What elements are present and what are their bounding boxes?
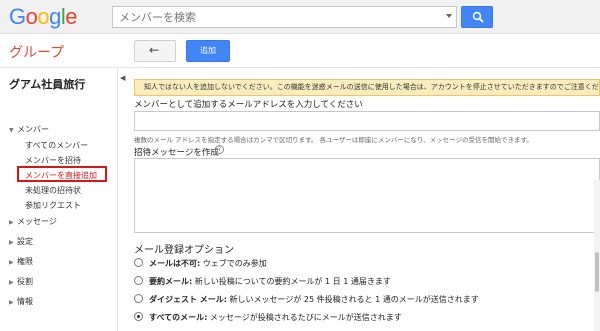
option-title: ダイジェスト メール: xyxy=(149,295,227,304)
logo-letter: o xyxy=(25,4,38,29)
sidebar-section-roles[interactable]: ▶ 役割 xyxy=(9,276,33,287)
logo-letter: g xyxy=(49,4,61,29)
sidebar-item-pending-invites[interactable]: 未処理の招待状 xyxy=(25,185,81,196)
search-icon xyxy=(472,11,484,23)
sidebar-section-permissions[interactable]: ▶ 権限 xyxy=(9,256,33,267)
invite-message-textarea[interactable] xyxy=(134,158,600,233)
option-all-email[interactable]: すべてのメール: メッセージが投稿されるたびにメールが送信されます xyxy=(134,312,402,323)
sidebar-section-label: 役割 xyxy=(17,277,33,286)
help-icon[interactable]: ? xyxy=(215,145,224,154)
logo-letter: e xyxy=(65,4,78,29)
invite-message-label: 招待メッセージを作成 xyxy=(134,148,219,158)
sidebar-section-messages[interactable]: ▶ メッセージ xyxy=(9,216,57,227)
chevron-down-icon: ▼ xyxy=(9,127,14,134)
sidebar-section-members[interactable]: ▼ メンバー xyxy=(9,124,49,135)
header-divider xyxy=(0,67,600,68)
chevron-down-icon[interactable] xyxy=(446,14,452,18)
option-title: 要約メール: xyxy=(149,277,193,286)
sidebar-section-settings[interactable]: ▶ 設定 xyxy=(9,236,33,247)
option-description: ウェブでのみ参加 xyxy=(200,259,267,268)
sidebar-section-label: メンバー xyxy=(17,125,49,134)
logo-letter: o xyxy=(37,4,50,29)
option-abridged-email[interactable]: 要約メール: 新しい投稿についての要約メールが 1 日 1 通届きます xyxy=(134,276,391,287)
collapse-sidebar-icon[interactable]: ◀ xyxy=(120,74,125,82)
chevron-right-icon: ▶ xyxy=(9,219,14,226)
option-title: すべてのメール: xyxy=(149,313,208,322)
search-button[interactable] xyxy=(461,6,493,28)
sidebar-section-label: メッセージ xyxy=(17,217,57,226)
sidebar-item-all-members[interactable]: すべてのメンバー xyxy=(25,140,88,151)
sidebar-section-label: 設定 xyxy=(17,237,33,246)
google-logo[interactable]: Google xyxy=(9,4,78,30)
email-field[interactable] xyxy=(134,111,600,131)
chevron-right-icon: ▶ xyxy=(9,239,14,246)
radio-button[interactable] xyxy=(134,258,143,267)
sidebar-section-info[interactable]: ▶ 情報 xyxy=(9,296,33,307)
scrollbar-thumb[interactable] xyxy=(595,252,599,292)
chevron-right-icon: ▶ xyxy=(9,259,14,266)
search-box[interactable] xyxy=(112,6,457,28)
sidebar-section-label: 権限 xyxy=(17,257,33,266)
radio-button[interactable] xyxy=(134,294,143,303)
groups-title[interactable]: グループ xyxy=(9,42,64,62)
option-no-email[interactable]: メールは不可: ウェブでのみ参加 xyxy=(134,258,267,269)
sidebar-divider xyxy=(117,68,118,331)
option-description: メッセージが投稿されるたびにメールが送信されます xyxy=(207,313,402,322)
email-label: メンバーとして追加するメールアドレスを入力してください xyxy=(134,100,363,110)
radio-button[interactable] xyxy=(134,276,143,285)
search-input[interactable] xyxy=(113,7,433,27)
sidebar-item-direct-add[interactable]: メンバーを直接追加 xyxy=(25,170,97,181)
chevron-right-icon: ▶ xyxy=(9,299,14,306)
radio-button-selected[interactable] xyxy=(134,312,143,321)
email-helper-text: 複数のメール アドレスを指定する場合はカンマで区切ります。 各ユーザーは即座にメ… xyxy=(134,136,533,144)
option-title: メールは不可: xyxy=(149,259,201,268)
top-bar: Google xyxy=(0,0,600,34)
subscription-options-title: メール登録オプション xyxy=(134,245,234,256)
arrow-left-icon: ← xyxy=(149,43,160,57)
sidebar-item-invite-members[interactable]: メンバーを招待 xyxy=(25,155,81,166)
warning-notice: 知人ではない人を追加しないでください。この機能を迷惑メールの送信に使用した場合は… xyxy=(134,79,600,96)
logo-letter: G xyxy=(9,4,26,29)
add-button[interactable]: 追加 xyxy=(186,40,230,62)
back-button[interactable]: ← xyxy=(134,40,176,62)
sidebar-section-label: 情報 xyxy=(17,297,33,306)
option-digest-email[interactable]: ダイジェスト メール: 新しいメッセージが 25 件投稿されると 1 通のメール… xyxy=(134,294,479,305)
group-name[interactable]: グアム社員旅行 xyxy=(9,76,85,92)
chevron-right-icon: ▶ xyxy=(9,279,14,286)
option-description: 新しいメッセージが 25 件投稿されると 1 通のメールが送信されます xyxy=(226,295,479,304)
option-description: 新しい投稿についての要約メールが 1 日 1 通届きます xyxy=(192,277,391,286)
sidebar-item-join-requests[interactable]: 参加リクエスト xyxy=(25,200,81,211)
